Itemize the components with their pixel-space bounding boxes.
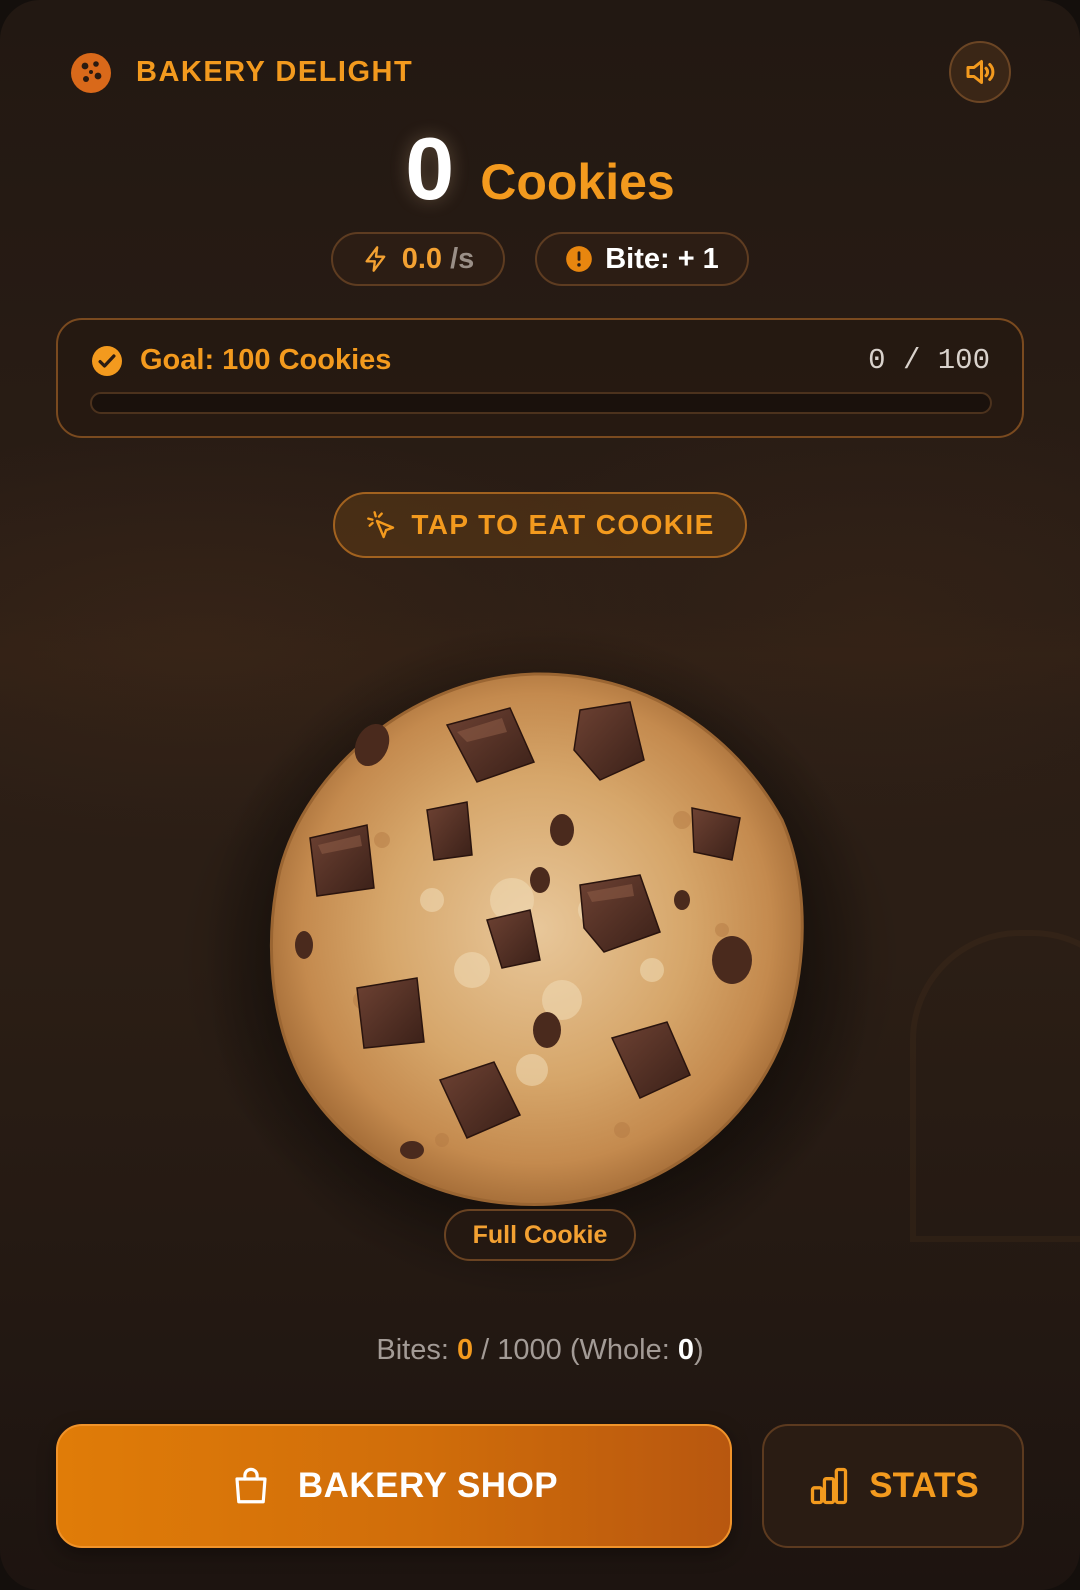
rate-value: 0.0: [401, 242, 443, 275]
cookie-count: 0: [405, 119, 455, 218]
cookie-state-badge: Full Cookie: [444, 1209, 636, 1261]
alert-circle-icon: [566, 246, 593, 272]
bites-total: / 1000 (Whole:: [481, 1334, 670, 1366]
lightning-icon: [365, 246, 386, 272]
whole-cookies-count: 0: [677, 1334, 694, 1366]
bakery-shop-label: BAKERY SHOP: [297, 1466, 559, 1505]
rate-unit: /s: [450, 242, 475, 275]
shopping-bag-icon: [235, 1467, 267, 1504]
bakery-shop-button[interactable]: BAKERY SHOP: [56, 1424, 732, 1548]
bite-value: Bite: + 1: [605, 242, 719, 275]
tap-to-eat-button[interactable]: TAP TO EAT COOKIE: [333, 492, 747, 558]
cookie-image[interactable]: [262, 670, 806, 1210]
tap-cursor-icon: [367, 511, 395, 539]
stats-button[interactable]: STATS: [762, 1424, 1024, 1548]
bite-pill: Bite: + 1: [535, 232, 749, 286]
goal-card: Goal: 100 Cookies 0 / 100: [56, 318, 1024, 438]
cookie-icon: [71, 53, 111, 93]
check-circle-icon: [92, 346, 122, 376]
rate-pill: 0.0 /s: [331, 232, 505, 286]
goal-label: Goal: 100 Cookies: [140, 344, 392, 376]
goal-count: 0 / 100: [868, 344, 990, 377]
sound-toggle-button[interactable]: [949, 41, 1011, 103]
game-screen: BAKERY DELIGHT 0 Cookies 0.0 /s Bite: + …: [0, 0, 1080, 1590]
cookie-counter: 0 Cookies: [0, 118, 1080, 220]
goal-progress-bar: [90, 392, 992, 414]
tap-to-eat-label: TAP TO EAT COOKIE: [411, 509, 715, 540]
speaker-icon: [966, 60, 995, 84]
bites-progress-text: Bites: 0 / 1000 (Whole: 0): [0, 1334, 1080, 1367]
background-arch: [910, 930, 1080, 1242]
bites-suffix: ): [693, 1334, 704, 1366]
cookie-unit-label: Cookies: [480, 154, 675, 210]
bar-chart-icon: [811, 1467, 848, 1505]
bites-prefix: Bites:: [376, 1334, 449, 1366]
app-title: BAKERY DELIGHT: [136, 56, 414, 88]
stats-label: STATS: [869, 1466, 979, 1505]
bites-current: 0: [456, 1334, 474, 1366]
